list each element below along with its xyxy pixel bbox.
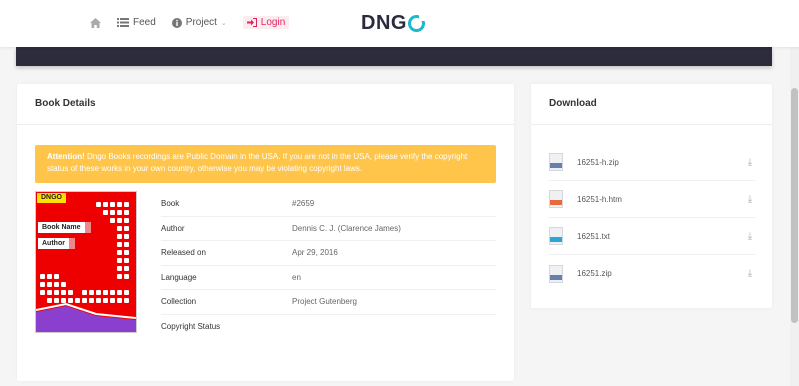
meta-row-released: Released on Apr 29, 2016	[161, 241, 496, 266]
top-navbar: Feed Project ⌄ Login DNG	[0, 0, 799, 47]
meta-row-copyright: Copyright Status	[161, 315, 496, 340]
download-filename: 16251-h.zip	[577, 157, 619, 167]
nav-feed-label: Feed	[133, 17, 156, 28]
zip-file-icon	[549, 264, 563, 283]
cover-author: Author	[38, 238, 75, 249]
book-cover: DNGO Book Name Author	[35, 191, 137, 333]
nav-login[interactable]: Login	[242, 16, 290, 29]
logo-ring-icon	[407, 15, 425, 32]
meta-value: #2659	[292, 199, 315, 209]
download-icon[interactable]: ⤓	[745, 231, 755, 242]
nav-project-dropdown[interactable]: Project ⌄	[171, 17, 227, 28]
cover-badge: DNGO	[37, 193, 66, 203]
book-meta-table: Book #2659 Author Dennis C. J. (Clarence…	[161, 192, 496, 339]
page-scrollbar[interactable]	[790, 0, 799, 386]
download-filename: 16251.txt	[577, 231, 610, 241]
info-icon	[171, 17, 182, 28]
page-banner	[16, 47, 772, 66]
meta-key: Language	[161, 272, 197, 282]
cover-book-name: Book Name	[38, 222, 91, 233]
book-details-card: Book Details Attention! Dngo Books recor…	[17, 84, 514, 381]
meta-key: Book	[161, 199, 180, 209]
meta-key: Collection	[161, 297, 197, 307]
book-details-title: Book Details	[17, 84, 514, 125]
chevron-down-icon: ⌄	[220, 19, 227, 27]
download-item[interactable]: 16251.zip ⤓	[549, 255, 755, 292]
nav-menu: Feed Project ⌄ Login	[90, 16, 290, 29]
download-filename: 16251.zip	[577, 269, 612, 278]
list-icon	[117, 18, 129, 27]
meta-value[interactable]: Project Gutenberg	[292, 297, 357, 306]
cover-pattern	[36, 202, 136, 332]
alert-text: Dngo Books recordings are Public Domain …	[47, 152, 468, 173]
nav-feed[interactable]: Feed	[117, 17, 156, 28]
nav-login-label: Login	[260, 17, 286, 28]
meta-row-collection: Collection Project Gutenberg	[161, 290, 496, 315]
meta-row-author: Author Dennis C. J. (Clarence James)	[161, 217, 496, 241]
download-title: Download	[531, 84, 772, 125]
download-item[interactable]: 16251-h.zip ⤓	[549, 144, 755, 181]
scrollbar-thumb[interactable]	[791, 88, 798, 323]
home-icon	[90, 17, 101, 28]
html-file-icon	[549, 190, 563, 208]
zip-file-icon	[549, 153, 563, 171]
txt-file-icon	[549, 227, 563, 245]
meta-value[interactable]: Dennis C. J. (Clarence James)	[292, 224, 401, 233]
meta-key: Author	[161, 223, 185, 233]
download-icon[interactable]: ⤓	[745, 268, 755, 279]
download-icon[interactable]: ⤓	[745, 157, 755, 168]
sign-in-icon	[246, 18, 257, 27]
download-icon[interactable]: ⤓	[745, 194, 755, 205]
site-logo[interactable]: DNG	[361, 12, 425, 35]
download-filename: 16251-h.htm	[577, 194, 622, 204]
alert-strong: Attention!	[47, 152, 85, 161]
meta-row-language: Language en	[161, 266, 496, 290]
meta-key: Copyright Status	[161, 322, 221, 332]
download-card: Download 16251-h.zip ⤓ 16251-h.htm ⤓ 162…	[531, 84, 772, 308]
download-list: 16251-h.zip ⤓ 16251-h.htm ⤓ 16251.txt ⤓ …	[549, 144, 755, 292]
copyright-alert: Attention! Dngo Books recordings are Pub…	[35, 145, 496, 183]
logo-text: DNG	[361, 12, 407, 34]
nav-project-label: Project	[185, 17, 217, 28]
meta-key: Released on	[161, 248, 206, 258]
meta-row-book: Book #2659	[161, 192, 496, 217]
meta-value: en	[292, 272, 301, 282]
download-item[interactable]: 16251-h.htm ⤓	[549, 181, 755, 218]
home-link[interactable]	[90, 17, 101, 28]
meta-value: Apr 29, 2016	[292, 248, 338, 258]
download-item[interactable]: 16251.txt ⤓	[549, 218, 755, 255]
